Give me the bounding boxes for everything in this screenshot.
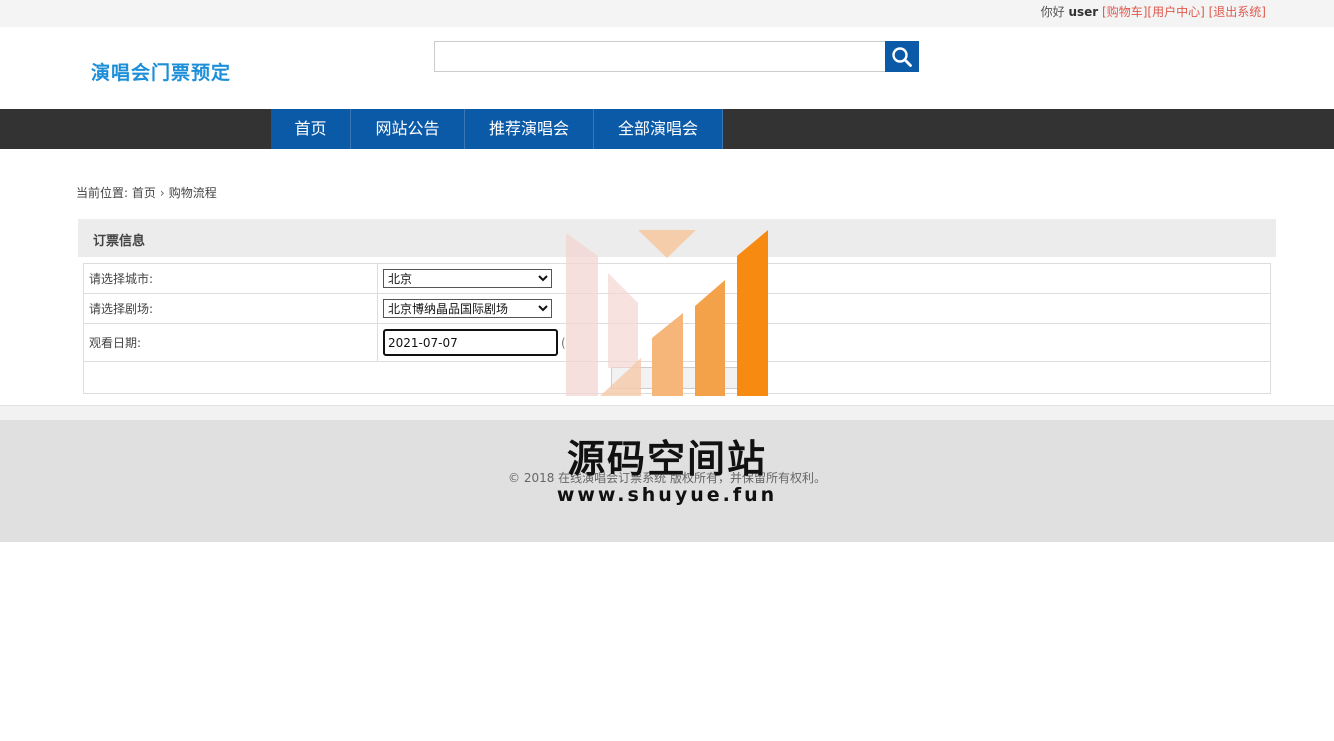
order-form-table: 请选择城市: 北京 请选择剧场: 北京博纳晶品国际剧场 观看日期: ( 定 [83,263,1271,394]
venue-select[interactable]: 北京博纳晶品国际剧场 [383,299,552,318]
venue-cell: 北京博纳晶品国际剧场 [377,293,1271,324]
search-button[interactable] [885,41,919,72]
order-info-header: 订票信息 [78,219,1276,257]
city-select[interactable]: 北京 [383,269,552,288]
submit-row: 定 [83,361,1271,394]
confirm-button[interactable]: 定 [611,366,743,389]
site-footer: © 2018 在线演唱会订票系统 版权所有，并保留所有权利。 [0,420,1334,542]
breadcrumb-current: 购物流程 [168,186,217,200]
date-cell: ( [377,323,1271,362]
submit-cell: 定 [83,361,1271,394]
breadcrumb: 当前位置: 首页 › 购物流程 [76,184,217,201]
date-hint: ( [561,335,566,350]
date-input[interactable] [383,329,558,356]
breadcrumb-prefix: 当前位置: [76,186,129,200]
city-row: 请选择城市: 北京 [83,263,1271,294]
site-logo[interactable]: 演唱会门票预定 [91,58,231,85]
search-bar [434,41,919,72]
footer-divider [0,405,1334,420]
nav-item-announcements[interactable]: 网站公告 [351,109,465,149]
search-icon [892,46,912,67]
venue-label: 请选择剧场: [83,293,378,324]
cart-link[interactable]: [购物车] [1102,5,1147,19]
site-header: 演唱会门票预定 [0,27,1334,109]
date-row: 观看日期: ( [83,323,1271,362]
greeting-text: 你好 [1040,5,1065,19]
top-bar: 你好 user [购物车][用户中心] [退出系统] [0,0,1334,27]
main-nav: 首页 网站公告 推荐演唱会 全部演唱会 [0,109,1334,149]
logout-link[interactable]: [退出系统] [1209,5,1266,19]
nav-item-recommended-concerts[interactable]: 推荐演唱会 [465,109,594,149]
order-info-title: 订票信息 [93,234,146,249]
venue-row: 请选择剧场: 北京博纳晶品国际剧场 [83,293,1271,324]
city-cell: 北京 [377,263,1271,294]
date-label: 观看日期: [83,323,378,362]
nav-item-all-concerts[interactable]: 全部演唱会 [594,109,723,149]
search-input[interactable] [434,41,886,72]
footer-copyright: © 2018 在线演唱会订票系统 版权所有，并保留所有权利。 [508,471,826,485]
user-center-link[interactable]: [用户中心] [1147,5,1204,19]
user-info: 你好 user [购物车][用户中心] [退出系统] [1041,3,1266,20]
breadcrumb-home-link[interactable]: 首页 [132,186,156,200]
city-label: 请选择城市: [83,263,378,294]
breadcrumb-separator: › [159,186,165,200]
nav-item-home[interactable]: 首页 [271,109,351,149]
username: user [1068,5,1099,19]
